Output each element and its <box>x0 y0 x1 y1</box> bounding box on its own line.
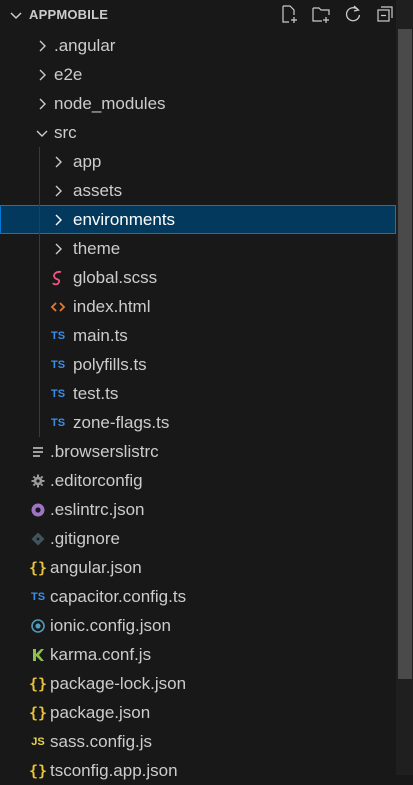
tree-item-label: angular.json <box>50 558 142 577</box>
json-file-icon: {} <box>28 674 48 693</box>
typescript-file-icon: TS <box>50 358 66 371</box>
tree-item-zone-flags-ts[interactable]: TS zone-flags.ts <box>0 408 396 437</box>
tree-item-label: app <box>73 152 102 171</box>
tree-item-node-modules-folder[interactable]: node_modules <box>0 89 396 118</box>
tree-item-app-folder[interactable]: app <box>0 147 396 176</box>
git-icon <box>28 524 48 553</box>
new-file-icon[interactable] <box>278 3 300 25</box>
tree-item-label: main.ts <box>73 326 128 345</box>
karma-icon <box>28 640 48 669</box>
tree-item-label: package.json <box>50 703 151 722</box>
indent-guide <box>39 408 40 437</box>
chevron-down-icon <box>32 118 52 147</box>
ionic-icon <box>28 611 48 640</box>
tree-item-label: tsconfig.app.json <box>50 761 178 780</box>
tree-item-test-ts[interactable]: TS test.ts <box>0 379 396 408</box>
explorer-panel: APPMOBILE .angular e2e node_modules src … <box>0 0 413 780</box>
javascript-file-icon: JS <box>31 735 45 748</box>
indent-guide <box>39 147 40 176</box>
gear-icon <box>28 466 48 495</box>
tree-item-gitignore[interactable]: .gitignore <box>0 524 396 553</box>
new-folder-icon[interactable] <box>310 3 332 25</box>
tree-item-package-lock-json[interactable]: {} package-lock.json <box>0 669 396 698</box>
explorer-actions <box>278 3 396 25</box>
tree-item-label: e2e <box>54 65 83 84</box>
tree-item-label: package-lock.json <box>50 674 187 693</box>
tree-item-label: .editorconfig <box>50 471 143 490</box>
tree-item-label: capacitor.config.ts <box>50 587 187 606</box>
chevron-right-icon <box>48 234 68 263</box>
refresh-icon[interactable] <box>342 3 364 25</box>
tree-item-sass-config-js[interactable]: JS sass.config.js <box>0 727 396 756</box>
sass-file-icon <box>48 263 68 292</box>
eslint-icon <box>28 495 48 524</box>
indent-guide <box>39 176 40 205</box>
indent-guide <box>39 263 40 292</box>
json-file-icon: {} <box>28 558 48 577</box>
chevron-right-icon <box>32 89 52 118</box>
tree-item-karma-conf-js[interactable]: karma.conf.js <box>0 640 396 669</box>
tree-item-e2e-folder[interactable]: e2e <box>0 60 396 89</box>
indent-guide <box>39 321 40 350</box>
tree-item-theme-folder[interactable]: theme <box>0 234 396 263</box>
tree-item-browserslistrc[interactable]: .browserslistrc <box>0 437 396 466</box>
typescript-file-icon: TS <box>50 387 66 400</box>
html-file-icon <box>48 292 68 321</box>
tree-item-src-folder[interactable]: src <box>0 118 396 147</box>
tree-item-label: .browserslistrc <box>50 442 159 461</box>
tree-item-angular-json[interactable]: {} angular.json <box>0 553 396 582</box>
tree-item-ionic-config-json[interactable]: ionic.config.json <box>0 611 396 640</box>
workspace-title[interactable]: APPMOBILE <box>29 7 108 22</box>
tree-item-tsconfig-app-json[interactable]: {} tsconfig.app.json <box>0 756 396 785</box>
scrollbar-thumb[interactable] <box>398 29 412 679</box>
indent-guide <box>39 205 40 234</box>
tree-item-label: .eslintrc.json <box>50 500 145 519</box>
tree-item-label: .angular <box>54 36 116 55</box>
tree-item-editorconfig[interactable]: .editorconfig <box>0 466 396 495</box>
tree-item-label: global.scss <box>73 268 158 287</box>
json-file-icon: {} <box>28 761 48 780</box>
tree-item-global-scss[interactable]: global.scss <box>0 263 396 292</box>
chevron-right-icon <box>32 31 52 60</box>
tree-item-label: src <box>54 123 77 142</box>
tree-item-assets-folder[interactable]: assets <box>0 176 396 205</box>
typescript-file-icon: TS <box>30 590 46 603</box>
tree-item-angular-folder[interactable]: .angular <box>0 31 396 60</box>
typescript-file-icon: TS <box>50 329 66 342</box>
indent-guide <box>39 350 40 379</box>
tree-item-environments-folder[interactable]: environments <box>0 205 396 234</box>
tree-item-index-html[interactable]: index.html <box>0 292 396 321</box>
chevron-right-icon <box>32 60 52 89</box>
tree-item-label: karma.conf.js <box>50 645 152 664</box>
tree-item-main-ts[interactable]: TS main.ts <box>0 321 396 350</box>
json-file-icon: {} <box>28 703 48 722</box>
tree-item-label: assets <box>73 181 123 200</box>
list-lines-icon <box>28 437 48 466</box>
tree-item-eslintrc-json[interactable]: .eslintrc.json <box>0 495 396 524</box>
tree-item-label: theme <box>73 239 121 258</box>
tree-item-label: test.ts <box>73 384 119 403</box>
tree-item-label: ionic.config.json <box>50 616 171 635</box>
indent-guide <box>39 379 40 408</box>
tree-item-label: zone-flags.ts <box>73 413 170 432</box>
tree-item-capacitor-config-ts[interactable]: TS capacitor.config.ts <box>0 582 396 611</box>
explorer-header: APPMOBILE <box>0 0 396 29</box>
tree-item-label: polyfills.ts <box>73 355 147 374</box>
indent-guide <box>39 292 40 321</box>
chevron-down-icon[interactable] <box>8 7 24 23</box>
chevron-right-icon <box>48 147 68 176</box>
typescript-file-icon: TS <box>50 416 66 429</box>
tree-item-label: environments <box>73 210 176 229</box>
file-tree: .angular e2e node_modules src app assets… <box>0 31 396 785</box>
indent-guide <box>39 234 40 263</box>
collapse-all-icon[interactable] <box>374 3 396 25</box>
tree-item-label: sass.config.js <box>50 732 153 751</box>
tree-item-label: index.html <box>73 297 151 316</box>
chevron-right-icon <box>48 176 68 205</box>
tree-item-label: .gitignore <box>50 529 120 548</box>
tree-item-label: node_modules <box>54 94 166 113</box>
tree-item-package-json[interactable]: {} package.json <box>0 698 396 727</box>
chevron-right-icon <box>48 205 68 234</box>
tree-item-polyfills-ts[interactable]: TS polyfills.ts <box>0 350 396 379</box>
